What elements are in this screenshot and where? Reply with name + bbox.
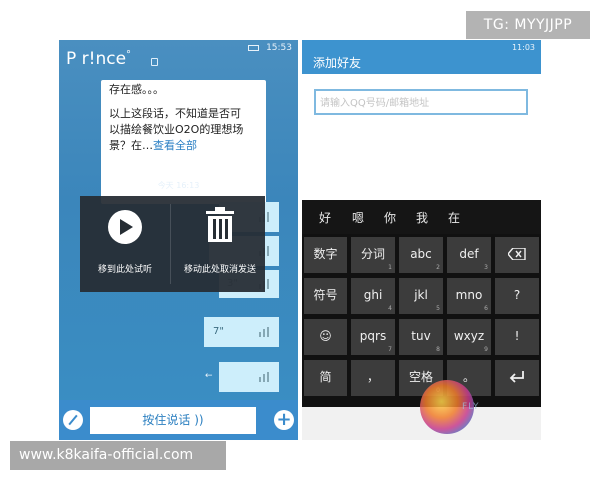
backspace-icon [507, 247, 526, 261]
voice-wave-icon [259, 327, 271, 337]
screenshot-stage: 15:53 P r!nce° 存在感。。。 以上这段话，不知道是否可 以描绘餐饮… [0, 0, 600, 480]
preview-label: 移到此处试听 [97, 265, 152, 275]
message-line: 以上这段话，不知道是否可 [109, 107, 241, 120]
device-icon [151, 58, 158, 66]
key-numbers[interactable]: 数字 [304, 237, 347, 273]
key-ghi[interactable]: ghi 4 [351, 278, 395, 314]
message-line: 景？在… [109, 139, 153, 152]
candidate-bar: 好 嗯 你 我 在 [302, 200, 541, 234]
search-input[interactable] [316, 92, 526, 115]
enter-key[interactable] [495, 360, 539, 396]
voice-message-bubble[interactable]: ← [205, 362, 279, 392]
watermark-site: www.k8kaifa-official.com [10, 441, 226, 470]
view-all-link[interactable]: 查看全部 [153, 139, 197, 152]
preview-target[interactable]: 移到此处试听 [80, 196, 170, 292]
key-mno[interactable]: mno 6 [447, 278, 491, 314]
logo-text: FLY [462, 402, 480, 412]
watermark-tg: TG: MYYJJPP [466, 11, 590, 39]
message-line: 存在感。。。 [109, 83, 164, 96]
chat-input-bar: 按住说话 )) + [59, 400, 298, 440]
trash-icon [206, 207, 234, 242]
candidate-word[interactable]: 你 [384, 209, 396, 226]
enter-icon [509, 371, 524, 383]
sending-arrow-icon: ← [205, 371, 213, 381]
backspace-key[interactable] [495, 237, 539, 273]
voice-message-bubble[interactable]: 7" [204, 317, 279, 347]
voice-wave-icon [259, 372, 271, 382]
add-attachment-button[interactable]: + [274, 410, 294, 430]
key-exclamation[interactable]: ! [495, 319, 539, 355]
timestamp: 今天 16:13 [157, 181, 200, 190]
key-abc[interactable]: abc 2 [399, 237, 443, 273]
status-bar: 15:53 [248, 43, 292, 53]
key-wxyz[interactable]: wxyz 9 [447, 319, 491, 355]
message-line: 以描绘餐饮业O2O的理想场 [109, 123, 244, 136]
voice-duration: 7" [213, 326, 224, 337]
key-simplified[interactable]: 简 [304, 360, 347, 396]
search-field[interactable] [314, 89, 528, 115]
play-icon [108, 210, 142, 244]
voice-action-panel: 移到此处试听 移动此处取消发送 [80, 196, 265, 292]
header-bar: 11:03 添加好友 [302, 40, 541, 74]
candidate-word[interactable]: 嗯 [352, 209, 364, 226]
key-pqrs[interactable]: pqrs 7 [351, 319, 395, 355]
key-symbols[interactable]: 符号 [304, 278, 347, 314]
page-title: 添加好友 [313, 56, 362, 70]
contact-name[interactable]: P r!nce° [66, 49, 131, 69]
ime-keyboard: 好 嗯 你 我 在 数字 分词 1 abc 2 def 3 符号 ghi 4 jkl 5 … [302, 200, 541, 407]
cancel-label: 移动此处取消发送 [183, 265, 256, 275]
cancel-target[interactable]: 移动此处取消发送 [175, 196, 265, 292]
hold-to-talk-button[interactable]: 按住说话 )) [90, 407, 256, 434]
status-time: 15:53 [266, 43, 292, 53]
candidate-word[interactable]: 好 [319, 209, 331, 226]
emoji-key[interactable]: ☺ [304, 319, 347, 355]
keyboard-toggle-button[interactable] [63, 410, 83, 430]
key-def[interactable]: def 3 [447, 237, 491, 273]
key-jkl[interactable]: jkl 5 [399, 278, 443, 314]
key-tuv[interactable]: tuv 8 [399, 319, 443, 355]
panel-divider [170, 204, 171, 284]
key-segment[interactable]: 分词 1 [351, 237, 395, 273]
add-friend-screen: 11:03 添加好友 好 嗯 你 我 在 数字 分词1 abc2 def3 符号 [302, 40, 541, 440]
status-time: 11:03 [511, 43, 535, 52]
battery-icon [248, 44, 260, 51]
candidate-word[interactable]: 在 [448, 209, 460, 226]
key-comma[interactable]: ， [351, 360, 395, 396]
key-question[interactable]: ? [495, 278, 539, 314]
candidate-word[interactable]: 我 [416, 209, 428, 226]
chat-screen: 15:53 P r!nce° 存在感。。。 以上这段话，不知道是否可 以描绘餐饮… [59, 40, 298, 440]
smiley-icon: ☺ [319, 329, 332, 343]
